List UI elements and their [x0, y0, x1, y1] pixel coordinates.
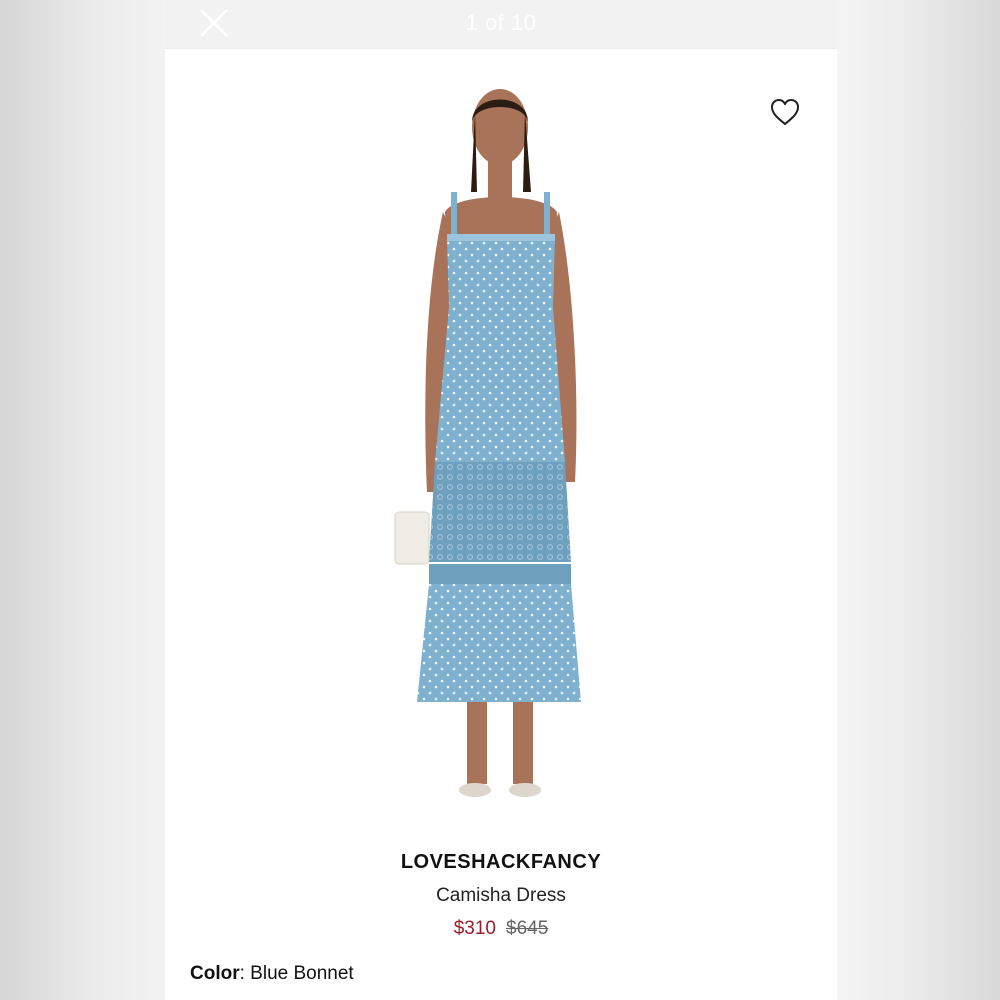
viewer-top-bar: 1 of 10 — [165, 0, 837, 49]
product-viewer-panel: 1 of 10 LOVESHACKFANCY Camisha Dress $31… — [165, 0, 837, 1000]
product-photo — [394, 89, 581, 797]
color-info: Color: Blue Bonnet — [190, 963, 354, 985]
color-label: Color — [190, 963, 240, 984]
sale-price: $310 — [453, 918, 496, 939]
right-backdrop — [835, 0, 1000, 1000]
product-brand[interactable]: LOVESHACKFANCY — [165, 851, 837, 874]
image-counter: 1 of 10 — [465, 10, 537, 35]
color-value: Blue Bonnet — [250, 963, 354, 984]
price-row: $310 $645 — [165, 918, 837, 940]
product-name[interactable]: Camisha Dress — [165, 885, 837, 907]
favorite-button[interactable] — [769, 97, 801, 127]
heart-outline-icon — [771, 99, 799, 125]
left-backdrop — [0, 0, 165, 1000]
color-separator: : — [239, 963, 245, 984]
original-price: $645 — [506, 918, 549, 939]
